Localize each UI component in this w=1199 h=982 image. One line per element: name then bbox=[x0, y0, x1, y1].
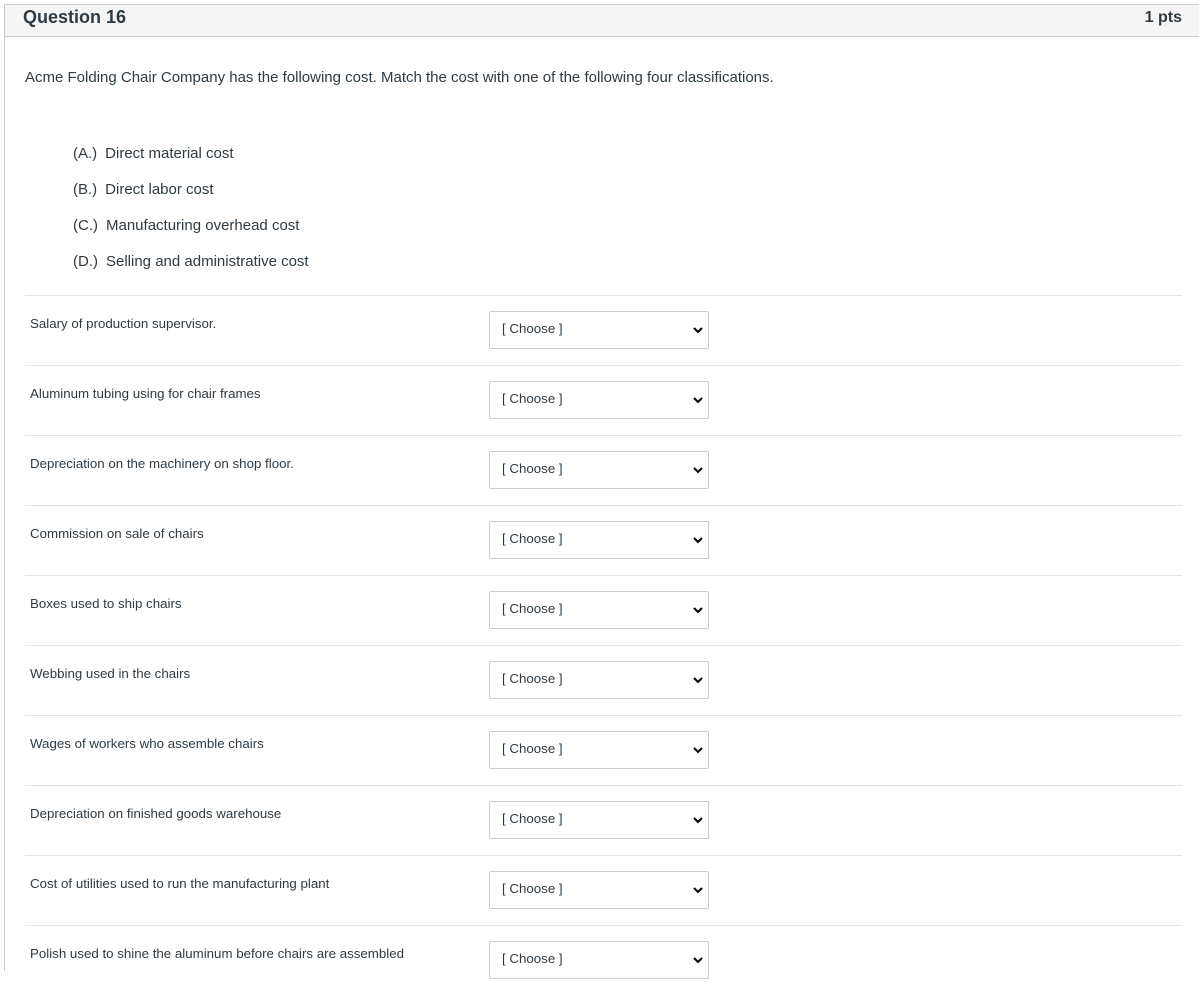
option-letter: (B.) bbox=[73, 181, 98, 198]
question-header: Question 16 1 pts bbox=[5, 5, 1199, 37]
match-row: Webbing used in the chairs [ Choose ] bbox=[25, 645, 1182, 715]
option-letter: (C.) bbox=[73, 217, 98, 234]
select-value: [ Choose ] bbox=[502, 811, 563, 826]
option-label: Direct material cost bbox=[105, 145, 234, 162]
question-points: 1 pts bbox=[1144, 9, 1182, 26]
chevron-down-icon bbox=[693, 607, 703, 614]
select-value: [ Choose ] bbox=[502, 321, 563, 336]
classification-select[interactable]: [ Choose ] bbox=[489, 941, 709, 979]
chevron-down-icon bbox=[693, 327, 703, 334]
match-label: Cost of utilities used to run the manufa… bbox=[30, 876, 330, 891]
option-label: Manufacturing overhead cost bbox=[106, 217, 300, 234]
match-row: Cost of utilities used to run the manufa… bbox=[25, 855, 1182, 925]
match-row: Salary of production supervisor. [ Choos… bbox=[25, 295, 1182, 365]
classification-select[interactable]: [ Choose ] bbox=[489, 451, 709, 489]
question-text: Acme Folding Chair Company has the follo… bbox=[25, 69, 774, 86]
chevron-down-icon bbox=[693, 537, 703, 544]
classification-option: (B.) Direct labor cost bbox=[73, 180, 309, 216]
option-letter: (A.) bbox=[73, 145, 98, 162]
classification-list: (A.) Direct material cost (B.) Direct labo… bbox=[73, 144, 309, 288]
classification-select[interactable]: [ Choose ] bbox=[489, 661, 709, 699]
question-card: Question 16 1 pts Acme Folding Chair Com… bbox=[4, 4, 1199, 979]
select-value: [ Choose ] bbox=[502, 601, 563, 616]
classification-select[interactable]: [ Choose ] bbox=[489, 801, 709, 839]
option-letter: (D.) bbox=[73, 253, 98, 270]
classification-option: (A.) Direct material cost bbox=[73, 144, 309, 180]
classification-select[interactable]: [ Choose ] bbox=[489, 381, 709, 419]
chevron-down-icon bbox=[693, 677, 703, 684]
classification-select[interactable]: [ Choose ] bbox=[489, 731, 709, 769]
select-value: [ Choose ] bbox=[502, 391, 563, 406]
select-value: [ Choose ] bbox=[502, 951, 563, 966]
chevron-down-icon bbox=[693, 747, 703, 754]
match-list: Salary of production supervisor. [ Choos… bbox=[25, 295, 1182, 982]
match-row: Depreciation on finished goods warehouse… bbox=[25, 785, 1182, 855]
chevron-down-icon bbox=[693, 957, 703, 964]
classification-select[interactable]: [ Choose ] bbox=[489, 591, 709, 629]
chevron-down-icon bbox=[693, 887, 703, 894]
match-label: Commission on sale of chairs bbox=[30, 526, 204, 541]
classification-select[interactable]: [ Choose ] bbox=[489, 871, 709, 909]
match-label: Salary of production supervisor. bbox=[30, 316, 217, 331]
match-row: Depreciation on the machinery on shop fl… bbox=[25, 435, 1182, 505]
match-row: Boxes used to ship chairs [ Choose ] bbox=[25, 575, 1182, 645]
chevron-down-icon bbox=[693, 817, 703, 824]
classification-select[interactable]: [ Choose ] bbox=[489, 521, 709, 559]
chevron-down-icon bbox=[693, 467, 703, 474]
chevron-down-icon bbox=[693, 397, 703, 404]
select-value: [ Choose ] bbox=[502, 741, 563, 756]
match-label: Depreciation on finished goods warehouse bbox=[30, 806, 282, 821]
match-row: Commission on sale of chairs [ Choose ] bbox=[25, 505, 1182, 575]
classification-option: (C.) Manufacturing overhead cost bbox=[73, 216, 309, 252]
match-label: Boxes used to ship chairs bbox=[30, 596, 182, 611]
select-value: [ Choose ] bbox=[502, 531, 563, 546]
match-label: Aluminum tubing using for chair frames bbox=[30, 386, 261, 401]
select-value: [ Choose ] bbox=[502, 461, 563, 476]
match-label: Webbing used in the chairs bbox=[30, 666, 191, 681]
option-label: Direct labor cost bbox=[105, 181, 214, 198]
select-value: [ Choose ] bbox=[502, 671, 563, 686]
classification-select[interactable]: [ Choose ] bbox=[489, 311, 709, 349]
classification-option: (D.) Selling and administrative cost bbox=[73, 252, 309, 288]
match-row: Aluminum tubing using for chair frames [… bbox=[25, 365, 1182, 435]
select-value: [ Choose ] bbox=[502, 881, 563, 896]
match-row: Polish used to shine the aluminum before… bbox=[25, 925, 1182, 982]
option-label: Selling and administrative cost bbox=[106, 253, 309, 270]
match-label: Wages of workers who assemble chairs bbox=[30, 736, 264, 751]
match-row: Wages of workers who assemble chairs [ C… bbox=[25, 715, 1182, 785]
question-title: Question 16 bbox=[23, 7, 127, 27]
match-label: Polish used to shine the aluminum before… bbox=[30, 946, 404, 961]
match-label: Depreciation on the machinery on shop fl… bbox=[30, 456, 294, 471]
